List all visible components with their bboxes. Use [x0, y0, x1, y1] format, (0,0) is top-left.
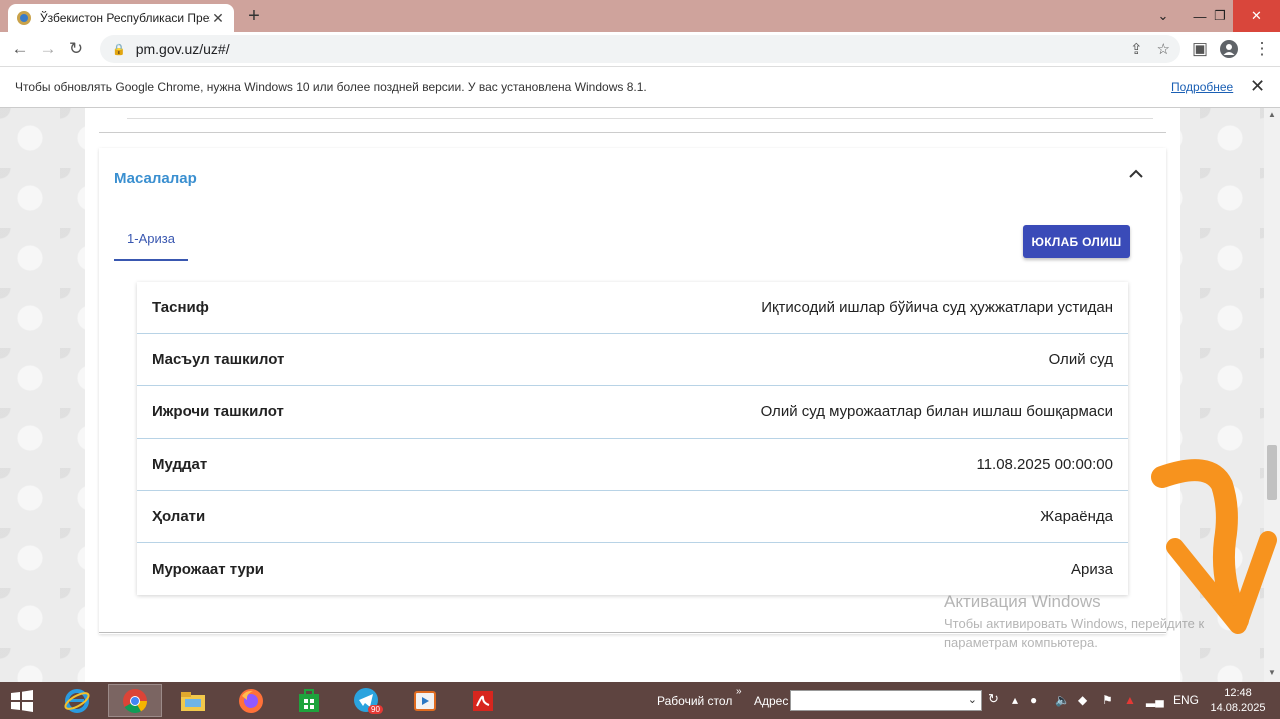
- store-icon[interactable]: [282, 684, 336, 717]
- table-row: Мурожаат тури Ариза: [137, 543, 1128, 595]
- card-divider: [99, 632, 1166, 633]
- bookmark-star-icon[interactable]: ☆: [1157, 40, 1170, 58]
- row-value: Жараёнда: [1040, 507, 1113, 525]
- address-toolbar-input[interactable]: ⌄: [790, 690, 982, 711]
- table-row: Ижрочи ташкилот Олий суд мурожаатлар бил…: [137, 386, 1128, 439]
- volume-icon[interactable]: 🔈: [1055, 693, 1070, 707]
- tray-expand-icon[interactable]: ▴: [1012, 693, 1018, 707]
- row-key: Мурожаат тури: [152, 560, 265, 578]
- dropdown-icon[interactable]: ⌄: [968, 693, 977, 706]
- tab-search-icon[interactable]: ⌄: [1150, 0, 1176, 32]
- side-panel-icon[interactable]: ▣: [1186, 35, 1214, 63]
- row-value: 11.08.2025 00:00:00: [976, 455, 1113, 473]
- download-button[interactable]: ЮКЛАБ ОЛИШ: [1023, 225, 1130, 258]
- browser-tab[interactable]: Ўзбекистон Республикаси Прези ✕: [8, 4, 234, 32]
- toolbar-expand-icon[interactable]: »: [736, 686, 742, 697]
- row-value: Олий суд мурожаатлар билан ишлаш бошқарм…: [760, 403, 1113, 421]
- tab-strip: Ўзбекистон Республикаси Прези ✕ + ⌄ — ❐ …: [0, 0, 1280, 32]
- clock-date: 14.08.2025: [1210, 702, 1266, 714]
- issues-card: Масалалар 1-Ариза ЮКЛАБ ОЛИШ Тасниф Иқти…: [99, 148, 1166, 634]
- restore-button[interactable]: ❐: [1207, 0, 1233, 32]
- go-icon[interactable]: ↻: [988, 691, 999, 707]
- scroll-down-icon[interactable]: ▼: [1268, 668, 1276, 677]
- row-value: Иқтисодий ишлар бўйича суд ҳужжатлари ус…: [761, 299, 1113, 317]
- infobar-close-icon[interactable]: ✕: [1250, 76, 1265, 97]
- chevron-up-icon[interactable]: [1129, 166, 1143, 184]
- section-title[interactable]: Масалалар: [114, 170, 197, 187]
- table-row: Ҳолати Жараёнда: [137, 491, 1128, 543]
- flag-icon[interactable]: ⚑: [1102, 693, 1113, 707]
- warning-icon[interactable]: ▲: [1124, 693, 1136, 707]
- profile-icon[interactable]: [1215, 35, 1243, 63]
- url-text: pm.gov.uz/uz#/: [135, 41, 230, 57]
- row-key: Ҳолати: [152, 507, 206, 525]
- antivirus-tray-icon[interactable]: ●: [1030, 693, 1037, 707]
- tab-title: Ўзбекистон Республикаси Прези: [40, 11, 210, 25]
- back-icon[interactable]: ←: [6, 35, 34, 63]
- share-icon[interactable]: ⇪: [1130, 40, 1143, 58]
- row-value: Ариза: [1071, 560, 1113, 578]
- row-key: Тасниф: [152, 299, 209, 317]
- network-signal-icon[interactable]: ▂▄: [1146, 693, 1164, 707]
- pdf-reader-icon[interactable]: [456, 684, 510, 717]
- chrome-icon[interactable]: [108, 684, 162, 717]
- table-row: Тасниф Иқтисодий ишлар бўйича суд ҳужжат…: [137, 282, 1128, 335]
- tab-application-1[interactable]: 1-Ариза: [114, 226, 188, 261]
- row-value: Олий суд: [1048, 351, 1113, 369]
- media-player-icon[interactable]: [398, 684, 452, 717]
- address-toolbar-label: Адрес: [754, 694, 789, 708]
- table-row: Муддат 11.08.2025 00:00:00: [137, 439, 1128, 491]
- update-infobar: Чтобы обновлять Google Chrome, нужна Win…: [0, 66, 1280, 108]
- address-bar[interactable]: 🔒 pm.gov.uz/uz#/ ⇪ ☆: [100, 35, 1180, 63]
- close-window-button[interactable]: ✕: [1233, 0, 1280, 32]
- telegram-icon[interactable]: 90: [340, 684, 394, 717]
- scroll-up-icon[interactable]: ▲: [1268, 110, 1276, 119]
- infobar-message: Чтобы обновлять Google Chrome, нужна Win…: [15, 80, 647, 94]
- firefox-icon[interactable]: [224, 684, 278, 717]
- windows-start-icon[interactable]: [10, 689, 34, 713]
- windows-taskbar: 90 Рабочий стол » Адрес ⌄ ↻ ▴ ● 🔈 ◆ ⚑ ▲ …: [0, 682, 1280, 719]
- forward-icon[interactable]: →: [34, 35, 62, 63]
- internet-explorer-icon[interactable]: [50, 684, 104, 717]
- row-key: Ижрочи ташкилот: [152, 403, 284, 421]
- lock-icon: 🔒: [112, 43, 126, 56]
- table-row: Масъул ташкилот Олий суд: [137, 334, 1128, 387]
- system-clock[interactable]: 12:48 14.08.2025: [1210, 686, 1266, 716]
- menu-icon[interactable]: ⋮: [1248, 35, 1276, 63]
- app-tray-icon[interactable]: ◆: [1078, 693, 1087, 707]
- clock-time: 12:48: [1224, 687, 1252, 699]
- annotation-arrow-icon: [1151, 459, 1277, 634]
- row-key: Муддат: [152, 455, 208, 473]
- desktop-toolbar-label[interactable]: Рабочий стол: [657, 694, 732, 708]
- details-table: Тасниф Иқтисодий ишлар бўйича суд ҳужжат…: [137, 282, 1128, 595]
- new-tab-button[interactable]: +: [243, 5, 265, 28]
- learn-more-link[interactable]: Подробнее: [1171, 80, 1233, 94]
- activation-watermark-line2: параметрам компьютера.: [944, 635, 1098, 650]
- language-indicator[interactable]: ENG: [1173, 693, 1199, 707]
- emblem-icon: [17, 11, 31, 25]
- file-explorer-icon[interactable]: [166, 684, 220, 717]
- activation-watermark-title: Активация Windows: [944, 592, 1101, 611]
- browser-toolbar: ← → ↻ 🔒 pm.gov.uz/uz#/ ⇪ ☆ ▣ ⋮: [0, 32, 1280, 66]
- tab-close-icon[interactable]: ✕: [210, 10, 226, 27]
- row-key: Масъул ташкилот: [152, 351, 285, 369]
- previous-card: [99, 108, 1166, 133]
- reload-icon[interactable]: ↻: [62, 35, 90, 63]
- telegram-badge: 90: [368, 705, 383, 714]
